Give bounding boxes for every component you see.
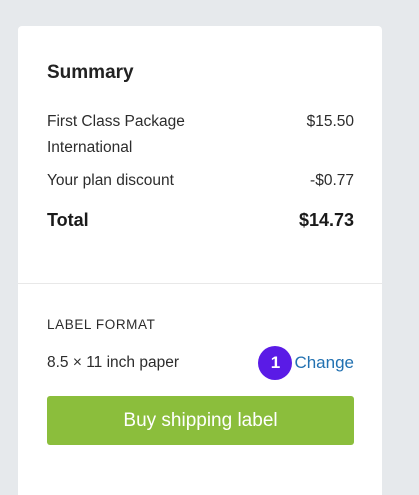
step-badge: 1 [258,346,293,380]
line-item: First Class Package International $15.50 [47,109,354,161]
total-label: Total [47,210,89,230]
summary-section: Summary First Class Package Internationa… [18,26,382,233]
summary-title: Summary [47,62,134,83]
section-divider [18,283,382,284]
buy-shipping-label-button[interactable]: Buy shipping label [47,396,354,445]
line-item-label: Your plan discount [47,172,174,189]
line-item-amount: $15.50 [306,113,354,130]
total-amount: $14.73 [298,210,354,230]
label-format-heading: LABEL FORMAT [47,317,156,332]
label-format-row: 8.5 × 11 inch paper 1 Change [47,346,354,380]
total-row: Total $14.73 [47,207,354,233]
line-item-label: First Class Package International [47,113,185,156]
label-format-section: LABEL FORMAT 8.5 × 11 inch paper 1 Chang… [47,316,354,445]
shipping-summary-card: Summary First Class Package Internationa… [18,26,382,495]
change-format-link[interactable]: Change [294,353,354,373]
line-item-amount: -$0.77 [310,172,354,189]
label-format-value: 8.5 × 11 inch paper [47,354,179,371]
change-link-wrap: 1 Change [258,346,354,380]
line-item: Your plan discount -$0.77 [47,168,354,194]
